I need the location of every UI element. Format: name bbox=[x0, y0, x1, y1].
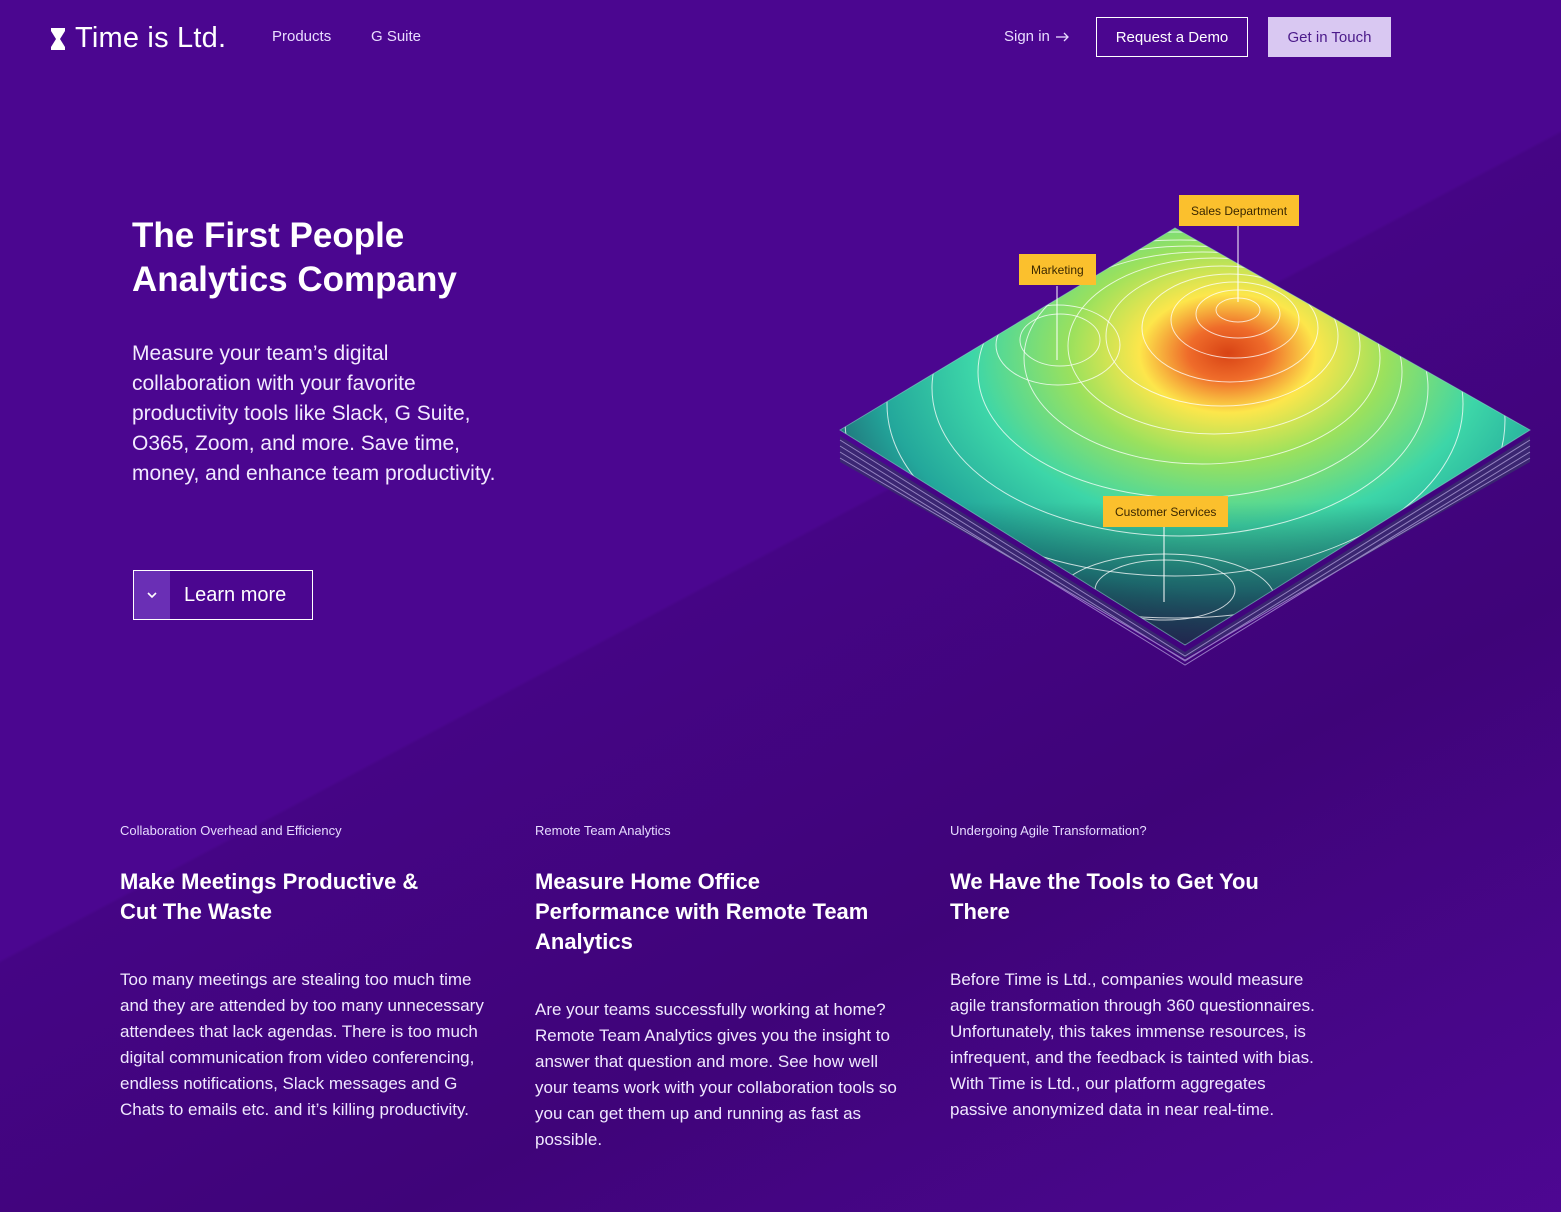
arrow-right-icon bbox=[1055, 32, 1069, 41]
hero-title-line-1: The First People bbox=[132, 216, 405, 255]
feature-title: We Have the Tools to Get You There bbox=[950, 869, 1259, 924]
chevron-down-icon bbox=[134, 571, 170, 619]
brand-name: Time is Ltd. bbox=[75, 22, 227, 54]
feature-remote-team: Remote Team Analytics Measure Home Offic… bbox=[535, 823, 915, 1149]
feature-eyebrow: Remote Team Analytics bbox=[535, 823, 671, 838]
nav-link-products[interactable]: Products bbox=[272, 28, 331, 45]
feature-title: Measure Home Office Performance with Rem… bbox=[535, 869, 869, 954]
learn-more-label: Learn more bbox=[184, 583, 287, 606]
sign-in-link[interactable]: Sign in bbox=[1004, 28, 1070, 45]
feature-body: Too many meetings are stealing too much … bbox=[120, 970, 484, 1119]
feature-agile: Undergoing Agile Transformation? We Have… bbox=[950, 823, 1330, 1119]
tag-marketing: Marketing bbox=[1019, 254, 1096, 285]
tag-sales-department: Sales Department bbox=[1179, 195, 1300, 226]
topographic-map-illustration: Sales Department Marketing Customer Serv… bbox=[830, 190, 1540, 670]
brand-logo[interactable]: Time is Ltd. bbox=[51, 22, 226, 55]
feature-body: Before Time is Ltd., companies would mea… bbox=[950, 970, 1315, 1119]
learn-more-button[interactable]: Learn more bbox=[133, 570, 313, 620]
nav-link-g-suite[interactable]: G Suite bbox=[371, 28, 421, 45]
request-demo-button[interactable]: Request a Demo bbox=[1096, 17, 1248, 57]
hero-title: The First People Analytics Company bbox=[132, 214, 552, 302]
feature-eyebrow: Collaboration Overhead and Efficiency bbox=[120, 823, 342, 838]
feature-body: Are your teams successfully working at h… bbox=[535, 1000, 897, 1149]
hero-title-line-2: Analytics Company bbox=[132, 260, 457, 299]
feature-meetings: Collaboration Overhead and Efficiency Ma… bbox=[120, 823, 500, 1119]
topographic-map-graphic bbox=[839, 226, 1531, 666]
get-in-touch-button[interactable]: Get in Touch bbox=[1268, 17, 1391, 57]
tag-customer-services: Customer Services bbox=[1103, 496, 1229, 527]
feature-eyebrow: Undergoing Agile Transformation? bbox=[950, 823, 1147, 838]
feature-title: Make Meetings Productive & Cut The Waste bbox=[120, 869, 419, 924]
hero-description: Measure your team’s digital collaboratio… bbox=[132, 342, 496, 485]
hourglass-icon bbox=[51, 27, 65, 50]
top-navigation: Time is Ltd. Products G Suite Sign in Re… bbox=[0, 0, 1561, 75]
sign-in-label: Sign in bbox=[1004, 28, 1050, 45]
